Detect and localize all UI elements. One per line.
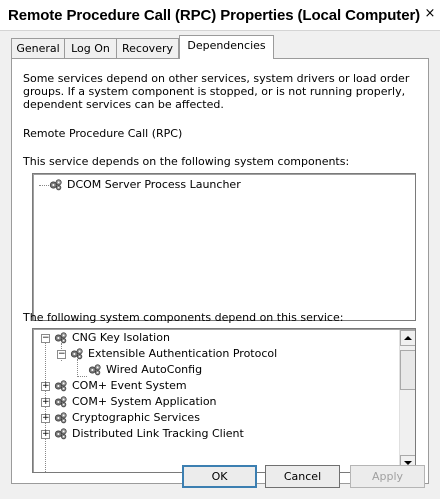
dependents-label: The following system components depend o… [23,311,344,324]
tab-log-on[interactable]: Log On [64,38,117,58]
tree-connector [45,343,46,472]
tab-dependencies[interactable]: Dependencies [179,35,274,59]
tree-item[interactable]: Wired AutoConfig [87,362,202,378]
window-title: Remote Procedure Call (RPC) Properties (… [8,7,421,24]
title-bar: Remote Procedure Call (RPC) Properties (… [0,0,440,31]
depends-on-tree[interactable]: DCOM Server Process Launcher [32,173,416,321]
tab-recovery[interactable]: Recovery [116,38,179,58]
depends-on-label: This service depends on the following sy… [23,155,350,168]
vertical-scrollbar[interactable] [399,330,415,471]
tree-item-label: Distributed Link Tracking Client [72,427,244,440]
tree-item[interactable]: Cryptographic Services [53,410,200,426]
tree-item-label: Wired AutoConfig [106,363,203,376]
gear-icon [54,396,67,408]
tree-item-label: COM+ System Application [72,395,217,408]
gear-icon [49,179,62,191]
description-text: Some services depend on other services, … [23,72,410,111]
expand-icon[interactable]: + [41,398,50,407]
expand-icon[interactable]: + [41,414,50,423]
gear-icon [54,428,67,440]
cancel-button[interactable]: Cancel [265,465,340,488]
tree-item[interactable]: CNG Key Isolation [53,330,170,346]
tree-item[interactable]: COM+ System Application [53,394,217,410]
tree-item[interactable]: Extensible Authentication Protocol [69,346,277,362]
gear-icon [88,364,101,376]
dialog: General Log On Recovery Dependencies Som… [0,31,440,499]
tree-item[interactable]: COM+ Event System [53,378,187,394]
expand-icon[interactable]: + [41,382,50,391]
gear-icon [54,332,67,344]
tree-item-label: DCOM Server Process Launcher [67,178,241,191]
tree-item-label: Cryptographic Services [72,411,200,424]
gear-icon [70,348,83,360]
scroll-thumb[interactable] [400,350,415,390]
apply-button[interactable]: Apply [350,465,425,488]
service-name: Remote Procedure Call (RPC) [23,127,183,140]
collapse-icon[interactable]: − [41,334,50,343]
arrow-up-icon [404,336,412,340]
scroll-up-button[interactable] [400,330,415,346]
tree-item[interactable]: Distributed Link Tracking Client [53,426,244,442]
collapse-icon[interactable]: − [57,350,66,359]
expand-icon[interactable]: + [41,430,50,439]
tree-item-label: CNG Key Isolation [72,331,170,344]
tree-connector [77,376,87,377]
tab-general[interactable]: General [11,38,65,58]
gear-icon [54,412,67,424]
tree-item-label: Extensible Authentication Protocol [88,347,278,360]
close-icon[interactable]: × [422,6,438,22]
dependents-tree[interactable]: − CNG Key Isolation − Extensible Authent… [32,328,416,473]
gear-icon [54,380,67,392]
tree-item[interactable]: DCOM Server Process Launcher [48,177,241,193]
ok-button[interactable]: OK [182,465,257,488]
tree-item-label: COM+ Event System [72,379,187,392]
